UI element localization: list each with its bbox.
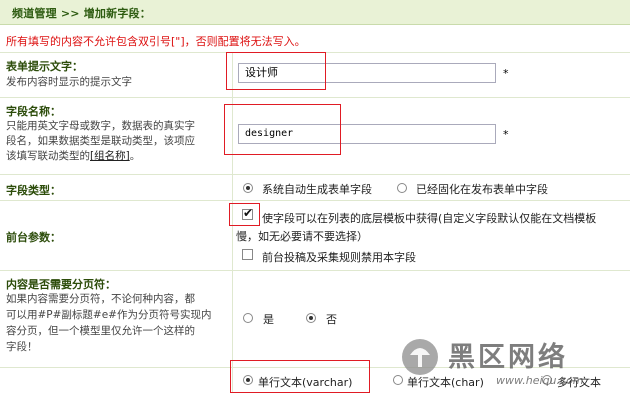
- form-tip-desc: 发布内容时显示的提示文字: [6, 76, 132, 88]
- breadcrumb: 频道管理 >> 增加新字段：: [12, 5, 151, 21]
- disable-field-label[interactable]: 前台投稿及采集规则禁用本字段: [262, 249, 416, 265]
- field-type-auto-label[interactable]: 系统自动生成表单字段: [262, 181, 372, 197]
- list-template-label-2: 慢，如无必要请不要选择）: [236, 230, 368, 243]
- field-name-label: 字段名称：: [6, 105, 61, 118]
- form-tip-required: *: [503, 67, 509, 80]
- watermark: 黑区网络 www.heiqu.com: [398, 335, 630, 393]
- field-name-desc-3: 该填写联动类型的[组名称]。: [6, 149, 140, 164]
- warning-row: 所有填写的内容不允许包含双引号["]，否则配置将无法写入。: [0, 25, 630, 53]
- breadcrumb-bar: 频道管理 >> 增加新字段：: [0, 0, 630, 25]
- highlight-box: [230, 360, 370, 393]
- breadcrumb-current: 增加新字段：: [83, 7, 151, 20]
- row-field-type: 字段类型： 系统自动生成表单字段 已经固化在发布表单中字段: [0, 175, 630, 201]
- field-name-desc-3-suffix: 。: [129, 150, 141, 162]
- field-type-fixed-radio[interactable]: [397, 183, 407, 193]
- watermark-url: www.heiqu.com: [496, 374, 584, 387]
- pagination-desc-4: 字段！: [6, 341, 38, 353]
- frontend-params-label: 前台参数：: [6, 231, 61, 244]
- field-name-required: *: [503, 128, 509, 141]
- field-name-desc-2: 段名，如果数据类型是联动类型，该项应: [6, 135, 195, 147]
- breadcrumb-separator: >>: [60, 7, 80, 20]
- field-name-desc-3-prefix: 该填写联动类型的: [6, 150, 90, 162]
- field-type-auto-radio[interactable]: [243, 183, 253, 193]
- row-form-tip: 表单提示文字： 发布内容时显示的提示文字 *: [0, 52, 630, 98]
- field-type-fixed-label[interactable]: 已经固化在发布表单中字段: [416, 181, 548, 197]
- pagination-yes-label[interactable]: 是: [263, 311, 274, 327]
- list-template-label-1[interactable]: 使字段可以在列表的底层模板中获得(自定义字段默认仅能在文档模板: [262, 210, 630, 226]
- row-frontend-params: 前台参数： ✔ 使字段可以在列表的底层模板中获得(自定义字段默认仅能在文档模板 …: [0, 201, 630, 271]
- pagination-no-radio[interactable]: [306, 313, 316, 323]
- breadcrumb-section[interactable]: 频道管理: [12, 7, 57, 20]
- field-type-label: 字段类型：: [6, 184, 61, 197]
- form-tip-label: 表单提示文字：: [6, 60, 83, 73]
- field-name-desc-1: 只能用英文字母或数字，数据表的真实字: [6, 120, 195, 132]
- warning-text: 所有填写的内容不允许包含双引号["]，否则配置将无法写入。: [6, 35, 306, 48]
- row-field-name: 字段名称： 只能用英文字母或数字，数据表的真实字 段名，如果数据类型是联动类型，…: [0, 98, 630, 175]
- pagination-label: 内容是否需要分页符：: [6, 278, 116, 291]
- pagination-desc-3: 容分页，但一个模型里仅允许一个这样的: [6, 325, 195, 337]
- pagination-desc-2: 可以用#P#副标题#e#作为分页符号实现内: [6, 309, 212, 321]
- pagination-no-label[interactable]: 否: [326, 311, 337, 327]
- group-name-link[interactable]: [组名称]: [90, 150, 130, 162]
- highlight-box: [229, 203, 260, 226]
- highlight-box: [224, 104, 341, 155]
- highlight-box: [226, 52, 326, 90]
- watermark-brand: 黑区网络: [448, 342, 568, 373]
- disable-field-checkbox[interactable]: [242, 249, 253, 260]
- pagination-yes-radio[interactable]: [243, 313, 253, 323]
- pagination-desc-1: 如果内容需要分页符，不论何种内容，都: [6, 293, 195, 305]
